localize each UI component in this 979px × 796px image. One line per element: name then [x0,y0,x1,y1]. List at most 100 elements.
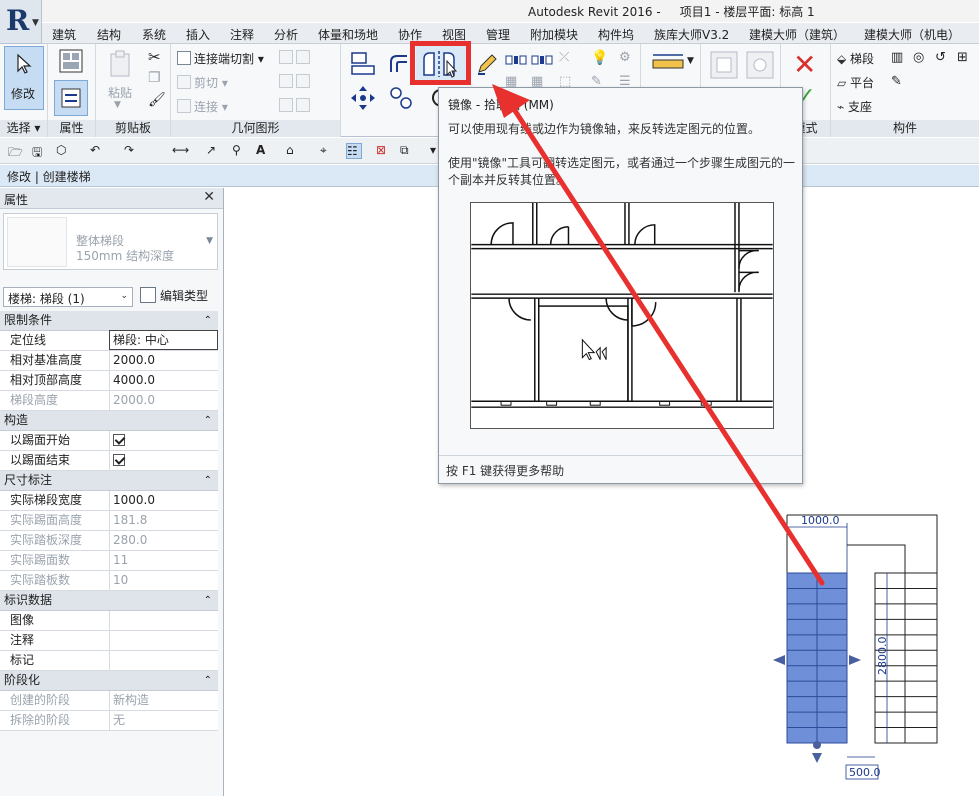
landing-button[interactable]: ▱ 平台 [837,74,874,91]
measure-icon[interactable]: ⟷ [172,143,189,159]
light-icon[interactable]: 💡 [591,50,608,66]
move-icon[interactable] [349,84,377,112]
tab-component-dock[interactable]: 构件坞 [598,26,634,43]
split-pencil-icon[interactable] [475,52,499,76]
cut-geometry-button[interactable]: 剪切 ▾ [177,74,228,91]
table-row: 实际踢面数 11 [0,551,218,571]
right-arrow-icon[interactable] [849,655,861,665]
copy-element-icon[interactable] [387,84,415,112]
tab-manage[interactable]: 管理 [486,26,510,43]
cut-scissors-icon[interactable]: ✂ [148,48,161,66]
open-folder-icon[interactable]: 🗁 [8,143,24,159]
switch-windows-icon[interactable]: ⧉ [400,143,416,159]
winder-icon[interactable]: ↺ [935,50,946,65]
sketch-icon[interactable]: ⊞ [957,50,968,65]
tab-family-library[interactable]: 族库大师V3.2 [654,26,729,43]
unpin-icon[interactable]: ⤫ [559,50,569,65]
collapse-icon[interactable]: ⌃ [204,671,212,690]
collapse-icon[interactable]: ⌃ [204,591,212,610]
app-menu-button[interactable]: R ▼ [0,0,42,44]
location-line-field[interactable]: 梯段: 中心 [109,330,218,350]
end-with-riser-checkbox[interactable] [113,454,125,466]
image-field[interactable] [109,611,218,630]
spiral-icon[interactable]: ◎ [913,50,924,65]
geometry-tool-icon[interactable] [279,98,313,113]
copy-icon[interactable]: ❐ [148,70,161,86]
dimension-icon[interactable]: ↗ [206,143,222,159]
edit-type-button[interactable]: 编辑类型 [140,287,208,307]
comments-field[interactable] [109,631,218,650]
run-end-grip-icon[interactable] [813,741,821,749]
3d-view-icon[interactable]: ⌂ [286,143,302,159]
modify-button[interactable]: 修改 [4,46,44,110]
collapse-icon[interactable]: ⌃ [204,471,212,490]
measure-ruler-icon[interactable] [651,52,685,74]
text-icon[interactable]: A [256,143,272,159]
properties-button[interactable] [54,80,88,116]
undo-icon[interactable]: ↶ [90,143,106,159]
tab-architecture[interactable]: 建筑 [52,26,76,43]
support-button[interactable]: ⌁ 支座 [837,98,872,115]
tab-structure[interactable]: 结构 [97,26,121,43]
down-arrow-icon[interactable] [812,753,822,763]
instance-filter-select[interactable]: 楼梯: 梯段 (1) ⌄ [3,287,133,307]
thin-lines-icon[interactable]: ☷ [346,143,362,159]
match-properties-icon[interactable]: 🖌 [148,92,166,108]
collapse-icon[interactable]: ⌃ [204,311,212,330]
railing-icon[interactable]: ▥ [891,50,903,65]
create-similar-icon[interactable] [745,50,775,80]
group-phasing[interactable]: 阶段化 ⌃ [0,671,218,691]
properties-icon [61,88,81,108]
tab-analyze[interactable]: 分析 [274,26,298,43]
chevron-down-icon[interactable]: ▼ [687,56,694,66]
tab-insert[interactable]: 插入 [186,26,210,43]
group-dimensions[interactable]: 尺寸标注 ⌃ [0,471,218,491]
array-icon[interactable] [505,52,527,68]
close-icon[interactable]: ✕ [203,189,215,205]
type-selector[interactable]: 整体梯段 150mm 结构深度 ▼ [3,213,218,270]
paste-icon[interactable] [108,50,134,80]
join-geometry-button[interactable]: 连接 ▾ [177,98,228,115]
stair-plan[interactable]: 1000.0 2800.0 500.0 [765,505,945,795]
top-offset-field[interactable]: 4000.0 [109,371,218,390]
tab-modeling-arch[interactable]: 建模大师（建筑） [749,26,845,43]
geometry-tool-icon[interactable] [279,74,313,89]
group-identity-data[interactable]: 标识数据 ⌃ [0,591,218,611]
geometry-tool-icon[interactable] [279,50,313,65]
collapse-icon[interactable]: ⌃ [204,411,212,430]
group-construction[interactable]: 构造 ⌃ [0,411,218,431]
section-icon[interactable]: ⌖ [320,143,336,159]
view-icon[interactable]: ⚙ [619,50,631,65]
width-dimension[interactable]: 1000.0 [801,514,840,527]
select-panel-title[interactable]: 选择 ▾ [0,120,47,137]
mark-field[interactable] [109,651,218,670]
tag-icon[interactable]: ⚲ [232,143,248,159]
cancel-edit-icon[interactable]: ✕ [793,48,816,81]
length-dimension[interactable]: 2800.0 [876,637,889,676]
base-offset-field[interactable]: 2000.0 [109,351,218,370]
tab-annotate[interactable]: 注释 [230,26,254,43]
tab-systems[interactable]: 系统 [142,26,166,43]
pick-pencil-icon[interactable]: ✎ [891,74,902,89]
offset-dimension[interactable]: 500.0 [849,766,881,779]
highlight-box [410,41,471,85]
tab-modeling-mep[interactable]: 建模大师（机电） [864,26,960,43]
align-icon[interactable] [349,50,377,78]
tab-addins[interactable]: 附加模块 [530,26,578,43]
join-cut-button[interactable]: 连接端切割 ▾ [177,50,264,67]
sync-icon[interactable]: ⬡ [56,143,72,159]
properties-title: 属性 [4,193,29,207]
save-icon[interactable]: 🖫 [32,143,48,159]
close-hidden-icon[interactable]: ⊠ [376,143,392,159]
left-arrow-icon[interactable] [773,655,785,665]
create-group-icon[interactable] [709,50,739,80]
begin-with-riser-checkbox[interactable] [113,434,125,446]
run-width-field[interactable]: 1000.0 [109,491,218,510]
property-name: 拆除的阶段 [10,713,71,727]
redo-icon[interactable]: ↷ [124,143,140,159]
type-properties-icon[interactable] [58,48,84,74]
scale-icon[interactable] [531,52,553,68]
group-constraints[interactable]: 限制条件 ⌃ [0,311,218,331]
run-button[interactable]: ⬙ 梯段 [837,50,874,67]
tab-massing-site[interactable]: 体量和场地 [318,26,378,43]
